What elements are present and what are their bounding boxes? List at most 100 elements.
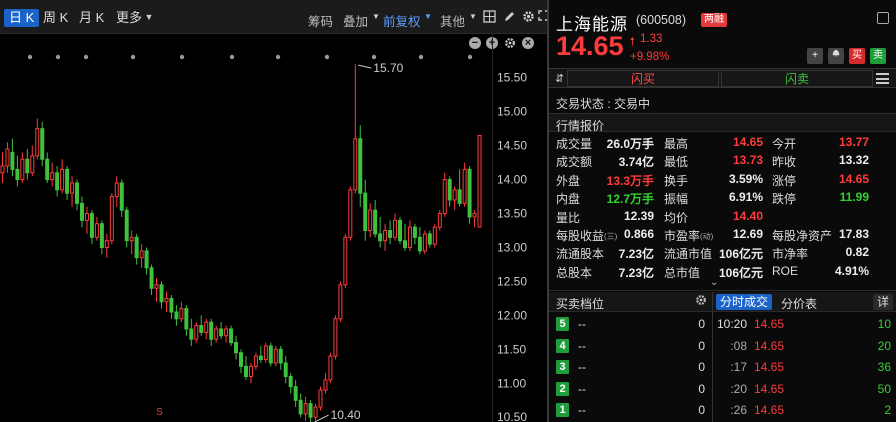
detail-button[interactable]: 详 [873,294,893,310]
bid-level-row[interactable]: 5 -- 0 [549,314,712,336]
chip-distribution-button[interactable]: 筹码 [308,11,333,30]
candle[interactable] [447,176,452,207]
candle[interactable] [99,220,104,255]
candle[interactable] [343,233,348,289]
bid-level-row[interactable]: 4 -- 0 [549,336,712,358]
candle[interactable] [229,325,234,346]
settings-gear-icon[interactable] [521,10,535,24]
candle[interactable] [55,166,60,197]
candle[interactable] [412,223,417,245]
candle[interactable] [368,203,373,238]
grid-view-icon[interactable] [482,10,496,24]
candle[interactable] [243,356,248,380]
candle[interactable] [437,210,442,231]
candle[interactable] [417,227,422,255]
candle[interactable] [129,230,134,255]
candle[interactable] [204,318,209,340]
candle[interactable] [65,166,70,200]
candle[interactable] [303,396,308,421]
candle[interactable] [234,335,239,360]
buy-button[interactable]: 买 [849,48,865,64]
event-marker-dot[interactable] [179,54,185,60]
candle[interactable] [432,223,437,248]
flash-buy-button[interactable]: 闪买 [567,70,719,87]
candle[interactable] [75,179,80,211]
candle[interactable] [363,179,368,241]
candle[interactable] [144,247,149,275]
candle[interactable] [278,345,283,370]
candle[interactable] [268,342,273,367]
overlay-button[interactable]: 叠加 [343,11,368,30]
candle[interactable] [348,186,353,241]
candle[interactable] [378,216,383,248]
candle[interactable] [0,152,5,183]
expand-bar[interactable]: ⌄ [549,277,896,291]
other-button[interactable]: 其他 [440,11,465,30]
candle[interactable] [159,281,164,309]
candlestick-chart[interactable]: 15.50 15.00 14.50 14.00 13.50 13.00 12.50 12.00… [0,0,547,422]
candle[interactable] [373,199,378,238]
event-marker-dot[interactable] [418,54,424,60]
candle[interactable] [422,230,427,255]
candle[interactable] [184,305,189,336]
flash-sell-button[interactable]: 闪卖 [721,70,873,87]
candle[interactable] [393,213,398,241]
candle[interactable] [219,322,224,340]
candle[interactable] [288,373,293,394]
event-marker-dot[interactable] [467,54,473,60]
candle[interactable] [402,223,407,251]
candle[interactable] [338,281,343,323]
candle[interactable] [114,176,119,207]
candle[interactable] [407,220,412,251]
candle[interactable] [169,295,174,319]
candle[interactable] [60,159,65,194]
adjust-dropdown-icon[interactable]: ▼ [421,10,435,24]
candle[interactable] [89,210,94,245]
candle[interactable] [40,121,45,167]
candle[interactable] [15,155,20,187]
candle[interactable] [263,342,268,363]
indicator-settings-icon[interactable] [504,37,516,49]
event-marker-dot[interactable] [130,54,136,60]
zoom-out-icon[interactable]: − [469,37,481,49]
more-dropdown-icon[interactable]: ▼ [142,10,156,24]
sell-button[interactable]: 卖 [870,48,886,64]
candle[interactable] [239,349,243,374]
candle[interactable] [383,223,388,251]
alert-bell-icon[interactable] [828,48,844,64]
draw-pen-icon[interactable] [502,10,516,24]
candle[interactable] [30,145,35,177]
tab-price-table[interactable]: 分价表 [781,295,817,312]
candle[interactable] [20,152,25,183]
candle[interactable] [104,233,109,258]
add-watchlist-button[interactable]: + [807,48,823,64]
overlay-dropdown-icon[interactable]: ▼ [369,10,383,24]
sell-signal-marker[interactable]: S [156,407,163,418]
other-dropdown-icon[interactable]: ▼ [466,10,480,24]
event-marker-dot[interactable] [371,54,377,60]
candle[interactable] [124,206,129,248]
candle[interactable] [189,318,194,346]
candle[interactable] [452,186,457,211]
close-chart-icon[interactable]: × [522,37,534,49]
candle[interactable] [70,176,75,207]
orderbook-settings-icon[interactable] [695,294,707,309]
event-marker-dot[interactable] [324,54,330,60]
candle[interactable] [174,305,179,326]
window-toggle-icon[interactable] [877,12,889,24]
candle[interactable] [328,352,333,384]
candle[interactable] [214,325,219,343]
bid-level-row[interactable]: 1 -- 0 [549,400,712,422]
candle[interactable] [283,356,288,384]
candle[interactable] [467,166,472,224]
candle[interactable] [5,142,10,173]
candle[interactable] [477,134,482,228]
candle[interactable] [308,400,313,422]
candle[interactable] [35,118,40,160]
candle[interactable] [323,373,328,394]
tab-monthly-k[interactable]: 月 K [74,9,109,27]
candle[interactable] [94,216,99,241]
candle[interactable] [253,352,258,370]
event-marker-dot[interactable] [229,54,235,60]
candle[interactable] [313,403,318,421]
